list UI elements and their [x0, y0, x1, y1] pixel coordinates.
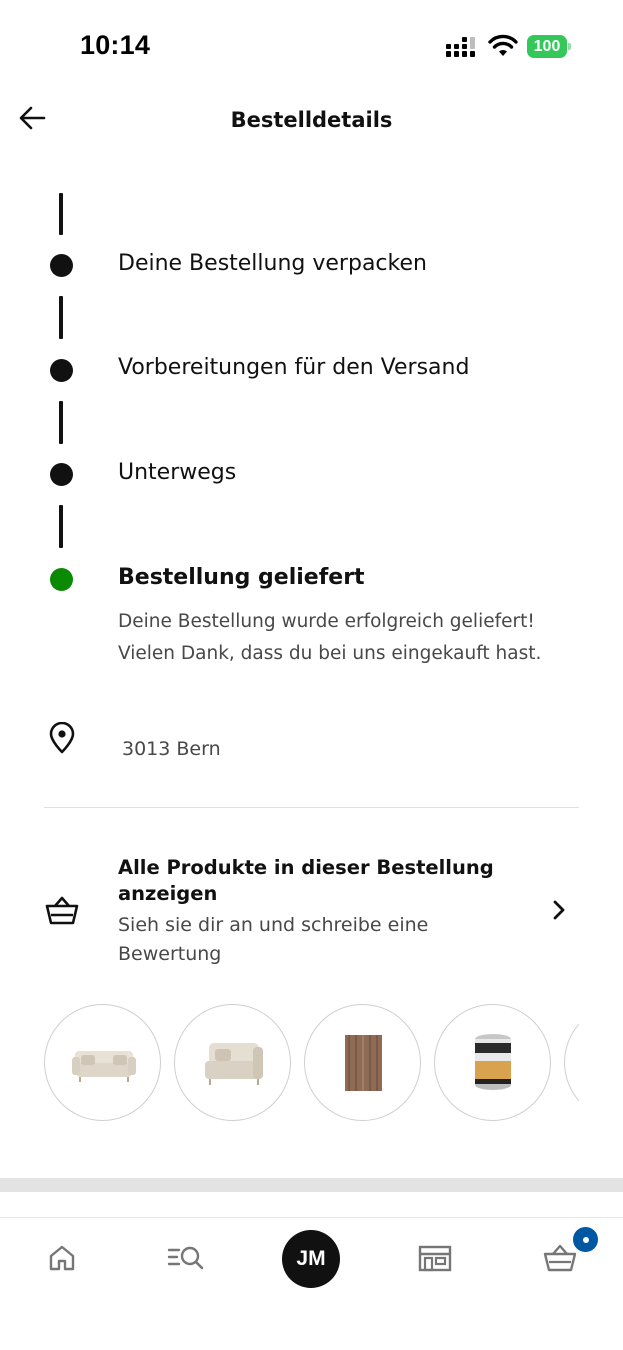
store-icon	[418, 1245, 452, 1272]
timeline-step-label: Deine Bestellung verpacken	[118, 251, 427, 276]
section-separator	[0, 1178, 623, 1192]
delivery-address: 3013 Bern	[122, 738, 221, 760]
product-thumbnail-more[interactable]	[564, 1004, 579, 1121]
basket-icon	[45, 896, 79, 925]
status-bar: 10:14 100	[0, 0, 623, 92]
timeline-connector	[59, 296, 63, 339]
search-list-icon	[167, 1246, 204, 1270]
timeline-dot	[50, 254, 73, 277]
profile-avatar[interactable]: JM	[282, 1230, 340, 1288]
products-subtitle: Sieh sie dir an und schreibe eine Bewert…	[118, 914, 429, 965]
wifi-icon	[488, 34, 518, 56]
timeline-connector	[59, 193, 63, 235]
timeline-step-label: Unterwegs	[118, 460, 237, 485]
rug-image	[345, 1035, 382, 1091]
page-title: Bestelldetails	[230, 108, 393, 132]
timeline-step-label-current: Bestellung geliefert	[118, 565, 365, 590]
paint-can-image	[475, 1034, 511, 1090]
product-thumbnail-sofa[interactable]	[44, 1004, 161, 1121]
armchair-image	[205, 1043, 263, 1085]
home-icon	[49, 1245, 75, 1271]
nav-home[interactable]	[37, 1238, 87, 1278]
timeline-dot-current	[50, 568, 73, 591]
timeline-dot	[50, 463, 73, 486]
product-thumbnails	[44, 1004, 579, 1122]
timeline-connector	[59, 505, 63, 548]
status-time: 10:14	[80, 30, 151, 60]
chevron-right-icon	[553, 900, 565, 920]
product-thumbnail-rug[interactable]	[304, 1004, 421, 1121]
delivery-description: Deine Bestellung wurde erfolgreich gelie…	[118, 611, 542, 664]
nav-search[interactable]	[161, 1238, 211, 1278]
bottom-nav: JM	[0, 1217, 623, 1350]
product-thumbnail-armchair[interactable]	[174, 1004, 291, 1121]
battery-icon: 100	[527, 35, 571, 58]
divider	[44, 807, 579, 808]
products-title: Alle Produkte in dieser Bestellung anzei…	[118, 856, 494, 905]
timeline-dot	[50, 359, 73, 382]
cart-badge	[571, 1225, 600, 1254]
timeline-step-label: Vorbereitungen für den Versand	[118, 355, 470, 380]
signal-icon	[446, 37, 475, 57]
timeline-connector	[59, 401, 63, 444]
location-pin-icon	[49, 722, 75, 754]
battery-level: 100	[533, 38, 561, 55]
sofa-image	[72, 1051, 136, 1082]
nav-store[interactable]	[410, 1238, 460, 1278]
product-thumbnail-paint-can[interactable]	[434, 1004, 551, 1121]
